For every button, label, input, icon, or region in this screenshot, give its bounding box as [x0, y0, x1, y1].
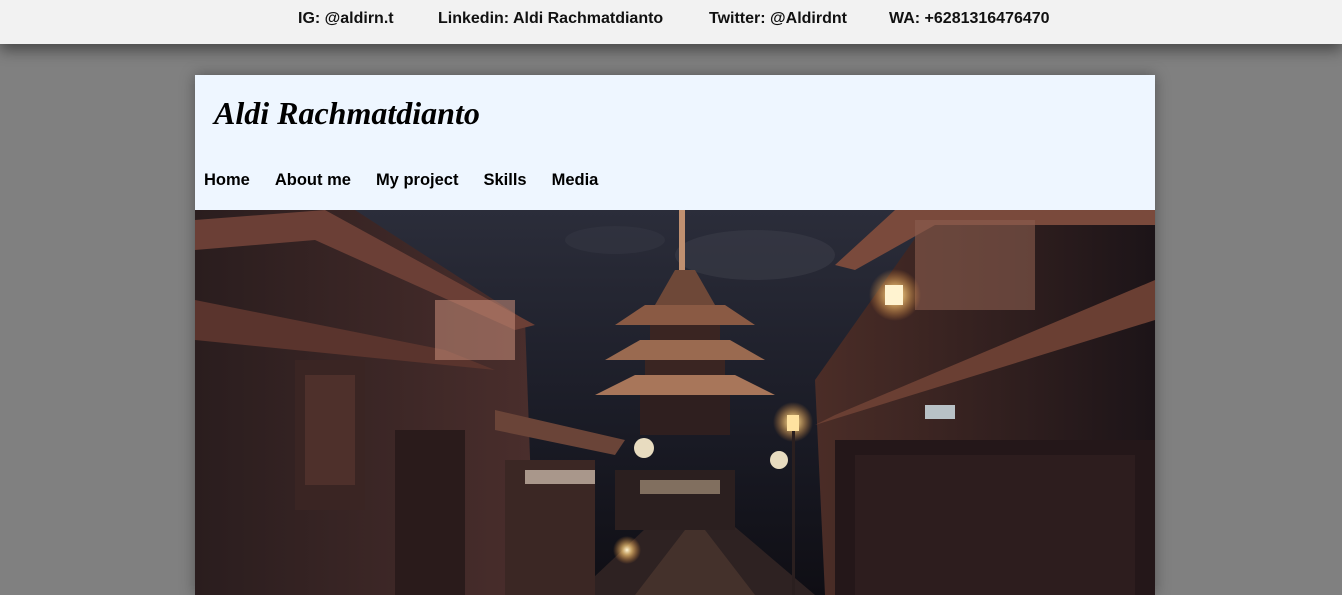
- contact-linkedin[interactable]: Linkedin: Aldi Rachmatdianto: [438, 10, 663, 28]
- hero-image-illustration: [195, 210, 1155, 595]
- main-card: Aldi Rachmatdianto Home About me My proj…: [195, 75, 1155, 595]
- hero-image: [195, 210, 1155, 595]
- nav-item-my-project[interactable]: My project: [376, 171, 459, 190]
- contact-bar: IG: @aldirn.t Linkedin: Aldi Rachmatdian…: [0, 0, 1342, 44]
- nav-item-media[interactable]: Media: [552, 171, 599, 190]
- nav-item-skills[interactable]: Skills: [483, 171, 526, 190]
- nav-item-home[interactable]: Home: [204, 171, 250, 190]
- contact-twitter[interactable]: Twitter: @Aldirdnt: [709, 10, 847, 28]
- contact-instagram[interactable]: IG: @aldirn.t: [298, 10, 394, 28]
- contact-whatsapp[interactable]: WA: +6281316476470: [889, 10, 1050, 28]
- site-title: Aldi Rachmatdianto: [214, 95, 480, 131]
- nav-item-about-me[interactable]: About me: [275, 171, 351, 190]
- main-nav: Home About me My project Skills Media: [204, 171, 598, 190]
